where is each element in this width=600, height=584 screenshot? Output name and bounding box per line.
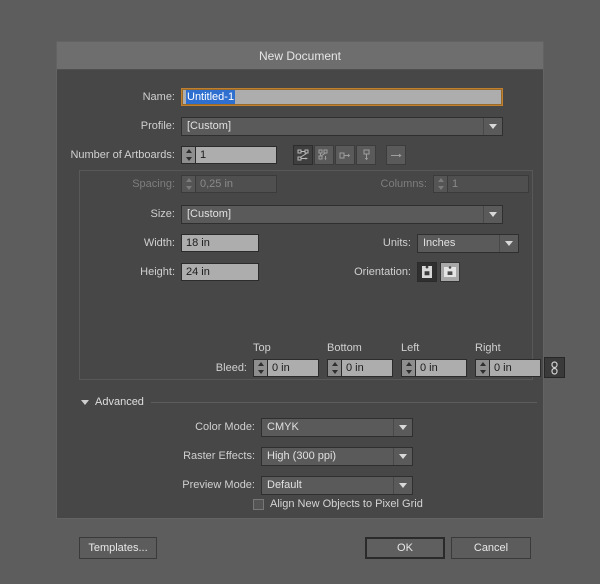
bleed-top-value: 0 in — [272, 361, 290, 374]
bleed-left-stepper[interactable]: 0 in — [401, 358, 467, 377]
templates-button[interactable]: Templates... — [79, 537, 157, 559]
name-label: Name: — [142, 91, 175, 103]
stepper-up-icon — [331, 361, 338, 366]
bleed-bottom-value: 0 in — [346, 361, 364, 374]
align-pixel-grid-row[interactable]: Align New Objects to Pixel Grid — [253, 498, 423, 510]
dialog-body: Name: Untitled-1 Profile: [Custom] Numbe… — [65, 74, 565, 559]
chain-link-icon[interactable] — [544, 357, 565, 378]
bleed-right-stepper[interactable]: 0 in — [475, 358, 541, 377]
grid-by-row-icon[interactable] — [293, 145, 313, 165]
name-input-value: Untitled-1 — [186, 89, 236, 105]
chevron-down-icon — [393, 418, 412, 436]
align-pixel-grid-checkbox[interactable] — [253, 498, 264, 510]
bleed-header-top: Top — [253, 342, 271, 354]
color-mode-value: CMYK — [267, 421, 299, 433]
stepper-arrows[interactable] — [327, 358, 341, 377]
number-of-artboards-row: Number of Artboards: 1 — [65, 144, 535, 166]
number-of-artboards-input[interactable]: 1 — [195, 146, 277, 164]
bleed-bottom-input[interactable]: 0 in — [341, 358, 393, 377]
preview-mode-value: Default — [267, 479, 302, 491]
grid-by-column-icon[interactable] — [314, 145, 334, 165]
advanced-section-header[interactable]: Advanced — [81, 396, 537, 408]
bleed-right-input[interactable]: 0 in — [489, 358, 541, 377]
chevron-down-icon — [81, 399, 89, 405]
dialog-title: New Document — [258, 48, 342, 63]
stepper-up-icon — [405, 361, 412, 366]
preview-mode-row: Preview Mode: Default — [65, 474, 535, 496]
stepper-arrows[interactable] — [401, 358, 415, 377]
stepper-up-icon — [479, 361, 486, 366]
section-divider — [150, 401, 537, 403]
bleed-top-input[interactable]: 0 in — [267, 358, 319, 377]
raster-effects-select[interactable]: High (300 ppi) — [261, 446, 413, 466]
bleed-row: Bleed: 0 in 0 in 0 in 0 in — [185, 357, 565, 378]
stepper-arrows[interactable] — [253, 358, 267, 377]
new-document-dialog: New Document Name: Untitled-1 Profile: [… — [56, 41, 565, 559]
bleed-top-stepper[interactable]: 0 in — [253, 358, 319, 377]
ok-button[interactable]: OK — [365, 537, 445, 559]
bleed-header-right: Right — [475, 342, 501, 354]
stepper-down-icon — [331, 369, 338, 374]
number-of-artboards-label: Number of Artboards: — [70, 149, 175, 161]
preview-mode-label: Preview Mode: — [182, 479, 255, 491]
chevron-down-icon — [499, 234, 518, 252]
chevron-down-icon — [483, 205, 502, 223]
bleed-right-value: 0 in — [494, 361, 512, 374]
arrange-by-column-icon[interactable] — [356, 145, 376, 165]
raster-effects-label: Raster Effects: — [183, 450, 255, 462]
bleed-left-value: 0 in — [420, 361, 438, 374]
units-select-value: Inches — [423, 237, 456, 249]
stepper-arrows[interactable] — [181, 146, 195, 164]
advanced-rows: Color Mode: CMYK Raster Effects: High (3… — [65, 416, 535, 503]
profile-label: Profile: — [140, 120, 175, 132]
raster-effects-row: Raster Effects: High (300 ppi) — [65, 445, 535, 467]
number-of-artboards-stepper[interactable]: 1 — [181, 146, 277, 164]
bleed-bottom-stepper[interactable]: 0 in — [327, 358, 393, 377]
stepper-down-icon — [405, 369, 412, 374]
chevron-down-icon — [393, 447, 412, 465]
dialog-titlebar: New Document — [57, 42, 543, 70]
size-select-value: [Custom] — [187, 208, 232, 220]
bleed-left-input[interactable]: 0 in — [415, 358, 467, 377]
cancel-button[interactable]: Cancel — [451, 537, 531, 559]
preview-mode-select[interactable]: Default — [261, 475, 413, 495]
bleed-header-left: Left — [401, 342, 420, 354]
color-mode-label: Color Mode: — [195, 421, 255, 433]
bleed-label: Bleed: — [215, 361, 247, 374]
units-select[interactable]: Inches — [417, 233, 519, 253]
align-pixel-grid-label: Align New Objects to Pixel Grid — [270, 498, 423, 510]
stepper-down-icon — [185, 157, 192, 161]
bleed-header-bottom: Bottom — [327, 342, 362, 354]
profile-select-value: [Custom] — [187, 120, 232, 132]
size-select[interactable]: [Custom] — [181, 204, 503, 224]
color-mode-row: Color Mode: CMYK — [65, 416, 535, 438]
stepper-down-icon — [479, 369, 486, 374]
profile-select[interactable]: [Custom] — [181, 116, 503, 136]
stepper-up-icon — [257, 361, 264, 366]
number-of-artboards-value: 1 — [200, 149, 207, 161]
stepper-down-icon — [257, 369, 264, 374]
advanced-label: Advanced — [95, 396, 144, 408]
right-to-left-layout-icon[interactable] — [386, 145, 406, 165]
name-input[interactable]: Untitled-1 — [181, 88, 503, 106]
stepper-arrows[interactable] — [475, 358, 489, 377]
color-mode-select[interactable]: CMYK — [261, 417, 413, 437]
name-row: Name: Untitled-1 — [65, 86, 535, 108]
chevron-down-icon — [393, 476, 412, 494]
profile-row: Profile: [Custom] — [65, 115, 535, 137]
raster-effects-value: High (300 ppi) — [267, 450, 337, 462]
bleed-headers: Top Bottom Left Right — [253, 342, 549, 354]
dialog-footer: Templates... OK Cancel — [79, 537, 531, 561]
chevron-down-icon — [483, 117, 502, 135]
stepper-up-icon — [185, 149, 192, 153]
arrange-by-row-icon[interactable] — [335, 145, 355, 165]
